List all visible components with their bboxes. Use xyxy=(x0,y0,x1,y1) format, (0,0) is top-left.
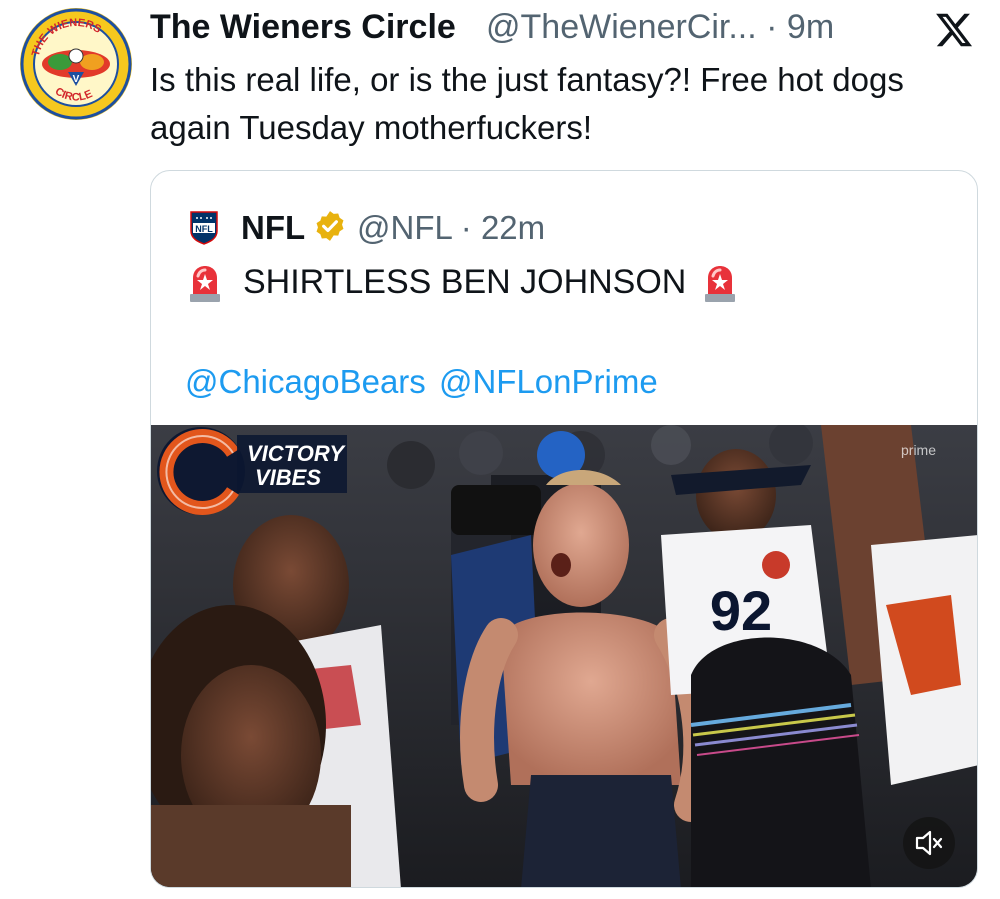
quoted-tweet-text: SHIRTLESS BEN JOHNSON xyxy=(243,263,687,301)
verified-badge-icon xyxy=(316,211,344,241)
quoted-mentions: @ChicagoBears @NFLonPrime xyxy=(185,363,662,401)
svg-text:V: V xyxy=(73,74,80,85)
siren-emoji-icon xyxy=(190,266,220,303)
quoted-tweet-text-line: SHIRTLESS BEN JOHNSON xyxy=(189,263,736,304)
tweet-time[interactable]: 9m xyxy=(787,8,834,46)
video-overlay-line2: VIBES xyxy=(255,465,321,490)
x-logo-icon[interactable] xyxy=(934,10,974,50)
wieners-circle-logo: THE WIENERS V CIRCLE xyxy=(20,8,132,120)
video-overlay-line1: VICTORY xyxy=(247,441,346,466)
tweet-text: Is this real life, or is the just fantas… xyxy=(150,61,904,146)
author-handle[interactable]: @TheWienerCir... xyxy=(486,8,757,46)
time-separator: · xyxy=(756,8,787,46)
mention-chicagobears[interactable]: @ChicagoBears xyxy=(185,363,426,400)
muted-speaker-icon xyxy=(915,830,943,856)
author-name[interactable]: The Wieners Circle xyxy=(150,8,456,47)
mute-button[interactable] xyxy=(903,817,955,869)
svg-text:NFL: NFL xyxy=(195,224,213,234)
jersey-number: 92 xyxy=(710,579,772,642)
video-frame: 92 VICTORY VIBES prime xyxy=(151,425,977,887)
tweet-header: The Wieners Circle @TheWienerCir... · 9m xyxy=(150,6,980,52)
quoted-time-separator: · xyxy=(451,209,481,246)
author-handle-time: @TheWienerCir... · 9m xyxy=(486,8,834,47)
quoted-handle-time: @NFL · 22m xyxy=(357,209,545,247)
nfl-avatar-icon[interactable]: NFL xyxy=(189,209,219,245)
author-avatar[interactable]: THE WIENERS V CIRCLE xyxy=(20,8,132,120)
quoted-author-name[interactable]: NFL xyxy=(241,209,305,247)
quoted-tweet[interactable]: NFL NFL @NFL · 22m SHIRTLESS BEN JOHNSON… xyxy=(150,170,978,888)
siren-emoji-icon xyxy=(705,266,736,303)
quoted-author-handle[interactable]: @NFL xyxy=(357,209,452,246)
prime-watermark: prime xyxy=(901,442,936,458)
video-player[interactable]: 92 VICTORY VIBES prime xyxy=(151,425,977,887)
mention-nflonprime[interactable]: @NFLonPrime xyxy=(439,363,658,400)
quoted-tweet-time[interactable]: 22m xyxy=(481,209,545,246)
